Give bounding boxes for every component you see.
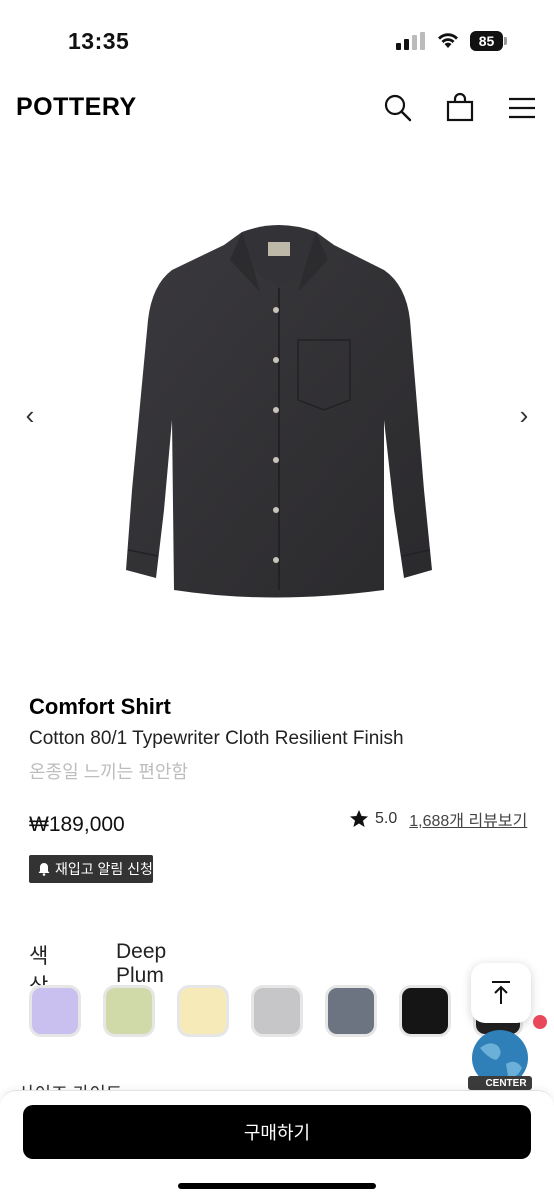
star-icon (350, 810, 368, 827)
brand-logo[interactable]: POTTERY (16, 93, 137, 122)
bottom-action-bar: 구매하기 (0, 1090, 554, 1200)
battery-level: 85 (470, 31, 503, 51)
product-image (126, 225, 432, 598)
globe-label: CENTER (485, 1078, 527, 1089)
search-icon[interactable] (382, 92, 414, 124)
status-bar: 13:35 85 (0, 0, 554, 80)
product-description: Cotton 80/1 Typewriter Cloth Resilient F… (29, 728, 404, 749)
bell-icon (38, 863, 50, 876)
status-time: 13:35 (68, 28, 130, 54)
product-subtitle: 온종일 느끼는 편안함 (29, 762, 189, 782)
color-swatch-lavender[interactable] (29, 985, 81, 1037)
battery-icon: 85 (470, 31, 508, 51)
notification-dot (533, 1015, 547, 1029)
menu-icon[interactable] (506, 92, 538, 124)
color-swatch-slate[interactable] (325, 985, 377, 1037)
arrow-up-icon (492, 981, 510, 1004)
wifi-icon (438, 33, 458, 48)
rating: 5.0 1,688개 리뷰보기 (349, 807, 527, 831)
home-indicator (178, 1183, 376, 1189)
color-swatch-butter[interactable] (177, 985, 229, 1037)
restock-alert-button[interactable]: 재입고 알림 신청 (29, 855, 153, 883)
bag-icon[interactable] (444, 92, 476, 124)
color-swatch-light-gray[interactable] (251, 985, 303, 1037)
restock-alert-label: 재입고 알림 신청 (55, 861, 153, 877)
next-image-button[interactable]: › (512, 400, 536, 430)
review-link[interactable]: 1,688개 리뷰보기 (409, 807, 527, 831)
battery-tip (504, 37, 507, 45)
rating-value: 5.0 (375, 810, 398, 827)
color-value: Deep Plum (116, 940, 167, 987)
globe-icon[interactable]: CENTER (466, 1028, 534, 1096)
buy-button[interactable]: 구매하기 (23, 1105, 531, 1159)
scroll-to-top-button[interactable] (471, 963, 531, 1023)
product-gallery[interactable]: ‹ › (0, 190, 554, 640)
signal-icon (396, 32, 425, 50)
prev-image-button[interactable]: ‹ (18, 400, 42, 430)
product-name: Comfort Shirt (29, 694, 171, 719)
header: POTTERY (0, 80, 554, 136)
product-price: ₩189,000 (29, 813, 125, 836)
color-swatch-sage[interactable] (103, 985, 155, 1037)
color-swatch-black[interactable] (399, 985, 451, 1037)
product-info: Comfort Shirt Cotton 80/1 Typewriter Clo… (29, 694, 529, 784)
